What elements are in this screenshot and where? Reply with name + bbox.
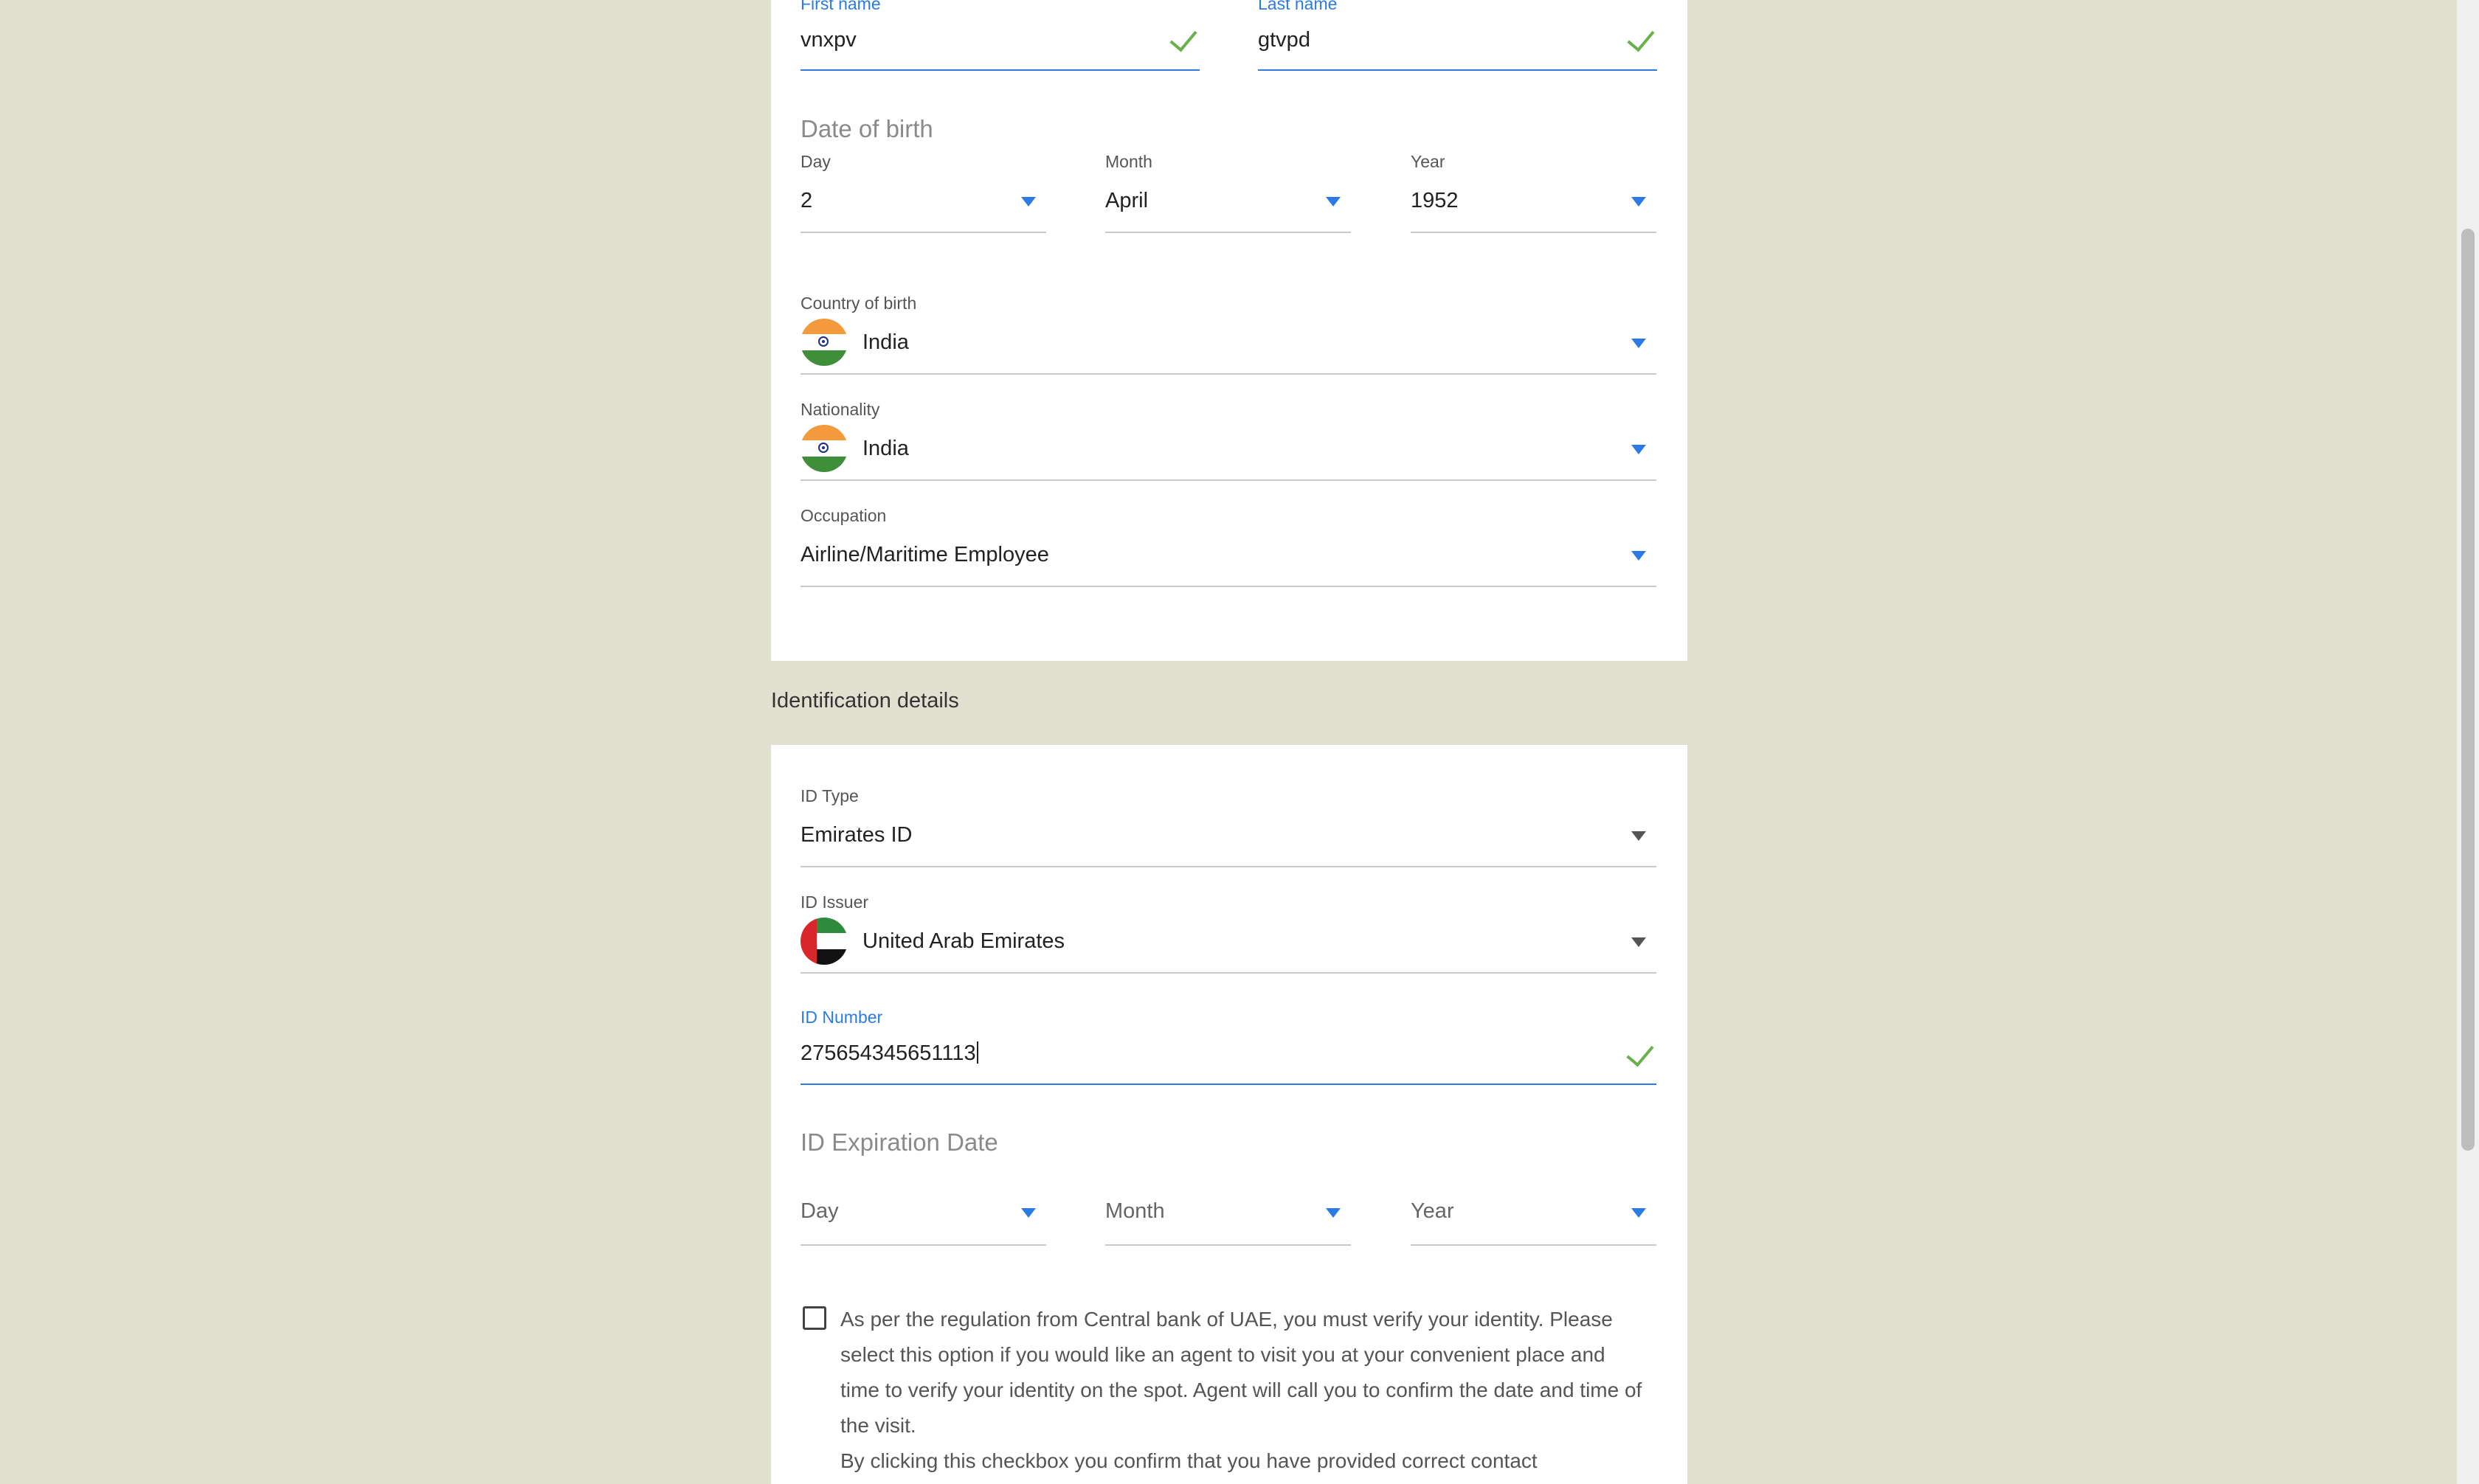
last-name-value[interactable]: gtvpd [1258, 28, 1310, 52]
first-name-underline [801, 69, 1200, 71]
text-cursor [976, 1041, 978, 1064]
agent-visit-consent-text: As per the regulation from Central bank … [840, 1302, 1648, 1479]
first-name-value[interactable]: vnxpv [801, 28, 857, 52]
country-of-birth-select[interactable]: Country of birth India [801, 291, 1656, 375]
nationality-select[interactable]: Nationality India [801, 397, 1656, 482]
agent-visit-checkbox[interactable] [803, 1306, 826, 1330]
id-type-value: Emirates ID [801, 823, 913, 847]
id-type-select[interactable]: ID Type Emirates ID [801, 783, 1656, 868]
last-name-field[interactable]: Last name gtvpd [1258, 0, 1657, 72]
dob-month-underline [1105, 232, 1351, 233]
india-flag-icon [801, 319, 848, 366]
expiration-day-underline [801, 1244, 1046, 1246]
first-name-field[interactable]: First name vnxpv [801, 0, 1200, 72]
consent-paragraph: By clicking this checkbox you confirm th… [840, 1449, 1538, 1472]
id-number-label: ID Number [801, 1008, 883, 1027]
page: First name vnxpv Last name gtvpd Date of… [0, 0, 2479, 1484]
chevron-down-icon [1631, 1208, 1646, 1218]
id-type-underline [801, 866, 1656, 867]
id-issuer-underline [801, 972, 1656, 974]
expiration-month-select[interactable]: Month [1105, 1177, 1351, 1247]
id-number-field[interactable]: ID Number 275654345651113 [801, 1005, 1656, 1086]
occupation-underline [801, 586, 1656, 587]
first-name-label: First name [801, 0, 881, 13]
id-issuer-label: ID Issuer [801, 892, 869, 912]
scrollbar-thumb[interactable] [2461, 229, 2475, 1151]
id-expiration-date-title: ID Expiration Date [801, 1128, 998, 1156]
expiration-year-select[interactable]: Year [1411, 1177, 1656, 1247]
id-issuer-select[interactable]: ID Issuer United Arab Emirates [801, 890, 1656, 974]
nationality-label: Nationality [801, 400, 880, 419]
expiration-month-underline [1105, 1244, 1351, 1246]
country-of-birth-label: Country of birth [801, 294, 917, 313]
id-number-underline [801, 1083, 1656, 1085]
dob-month-select[interactable]: Month April [1105, 149, 1351, 234]
last-name-underline [1258, 69, 1657, 71]
first-name-valid-check-icon [1169, 23, 1197, 52]
last-name-label: Last name [1258, 0, 1338, 13]
identification-details-title: Identification details [771, 689, 959, 712]
country-of-birth-value: India [862, 330, 909, 354]
dob-month-value: April [1105, 189, 1149, 212]
nationality-underline [801, 479, 1656, 481]
chevron-down-icon [1631, 445, 1646, 454]
uae-flag-icon [801, 918, 848, 965]
date-of-birth-title: Date of birth [801, 115, 933, 142]
expiration-year-placeholder: Year [1411, 1199, 1454, 1223]
consent-paragraph: As per the regulation from Central bank … [840, 1308, 1642, 1437]
chevron-down-icon [1631, 197, 1646, 207]
expiration-month-placeholder: Month [1105, 1199, 1165, 1223]
dob-day-select[interactable]: Day 2 [801, 149, 1046, 234]
dob-year-underline [1411, 232, 1656, 233]
chevron-down-icon [1326, 197, 1341, 207]
nationality-value: India [862, 437, 909, 460]
id-issuer-value: United Arab Emirates [862, 929, 1065, 953]
expiration-day-select[interactable]: Day [801, 1177, 1046, 1247]
dob-day-label: Day [801, 152, 831, 171]
chevron-down-icon [1021, 197, 1036, 207]
occupation-value: Airline/Maritime Employee [801, 543, 1049, 566]
dob-year-label: Year [1411, 152, 1445, 171]
country-of-birth-underline [801, 373, 1656, 375]
occupation-select[interactable]: Occupation Airline/Maritime Employee [801, 503, 1656, 588]
dob-year-value: 1952 [1411, 189, 1459, 212]
id-number-valid-check-icon [1626, 1038, 1654, 1067]
id-number-input[interactable]: 275654345651113 [801, 1041, 978, 1066]
chevron-down-icon [1631, 339, 1646, 348]
dob-month-label: Month [1105, 152, 1152, 171]
id-number-value: 275654345651113 [801, 1041, 976, 1065]
dob-year-select[interactable]: Year 1952 [1411, 149, 1656, 234]
last-name-valid-check-icon [1627, 23, 1655, 52]
page-scrollbar[interactable] [2457, 0, 2479, 1484]
id-type-label: ID Type [801, 786, 859, 805]
dob-day-value: 2 [801, 189, 813, 212]
dob-day-underline [801, 232, 1046, 233]
occupation-label: Occupation [801, 506, 887, 525]
india-flag-icon [801, 425, 848, 472]
expiration-year-underline [1411, 1244, 1656, 1246]
chevron-down-icon [1021, 1208, 1036, 1218]
chevron-down-icon [1631, 551, 1646, 561]
chevron-down-icon [1326, 1208, 1341, 1218]
expiration-day-placeholder: Day [801, 1199, 839, 1223]
chevron-down-icon [1631, 831, 1646, 841]
chevron-down-icon [1631, 937, 1646, 947]
